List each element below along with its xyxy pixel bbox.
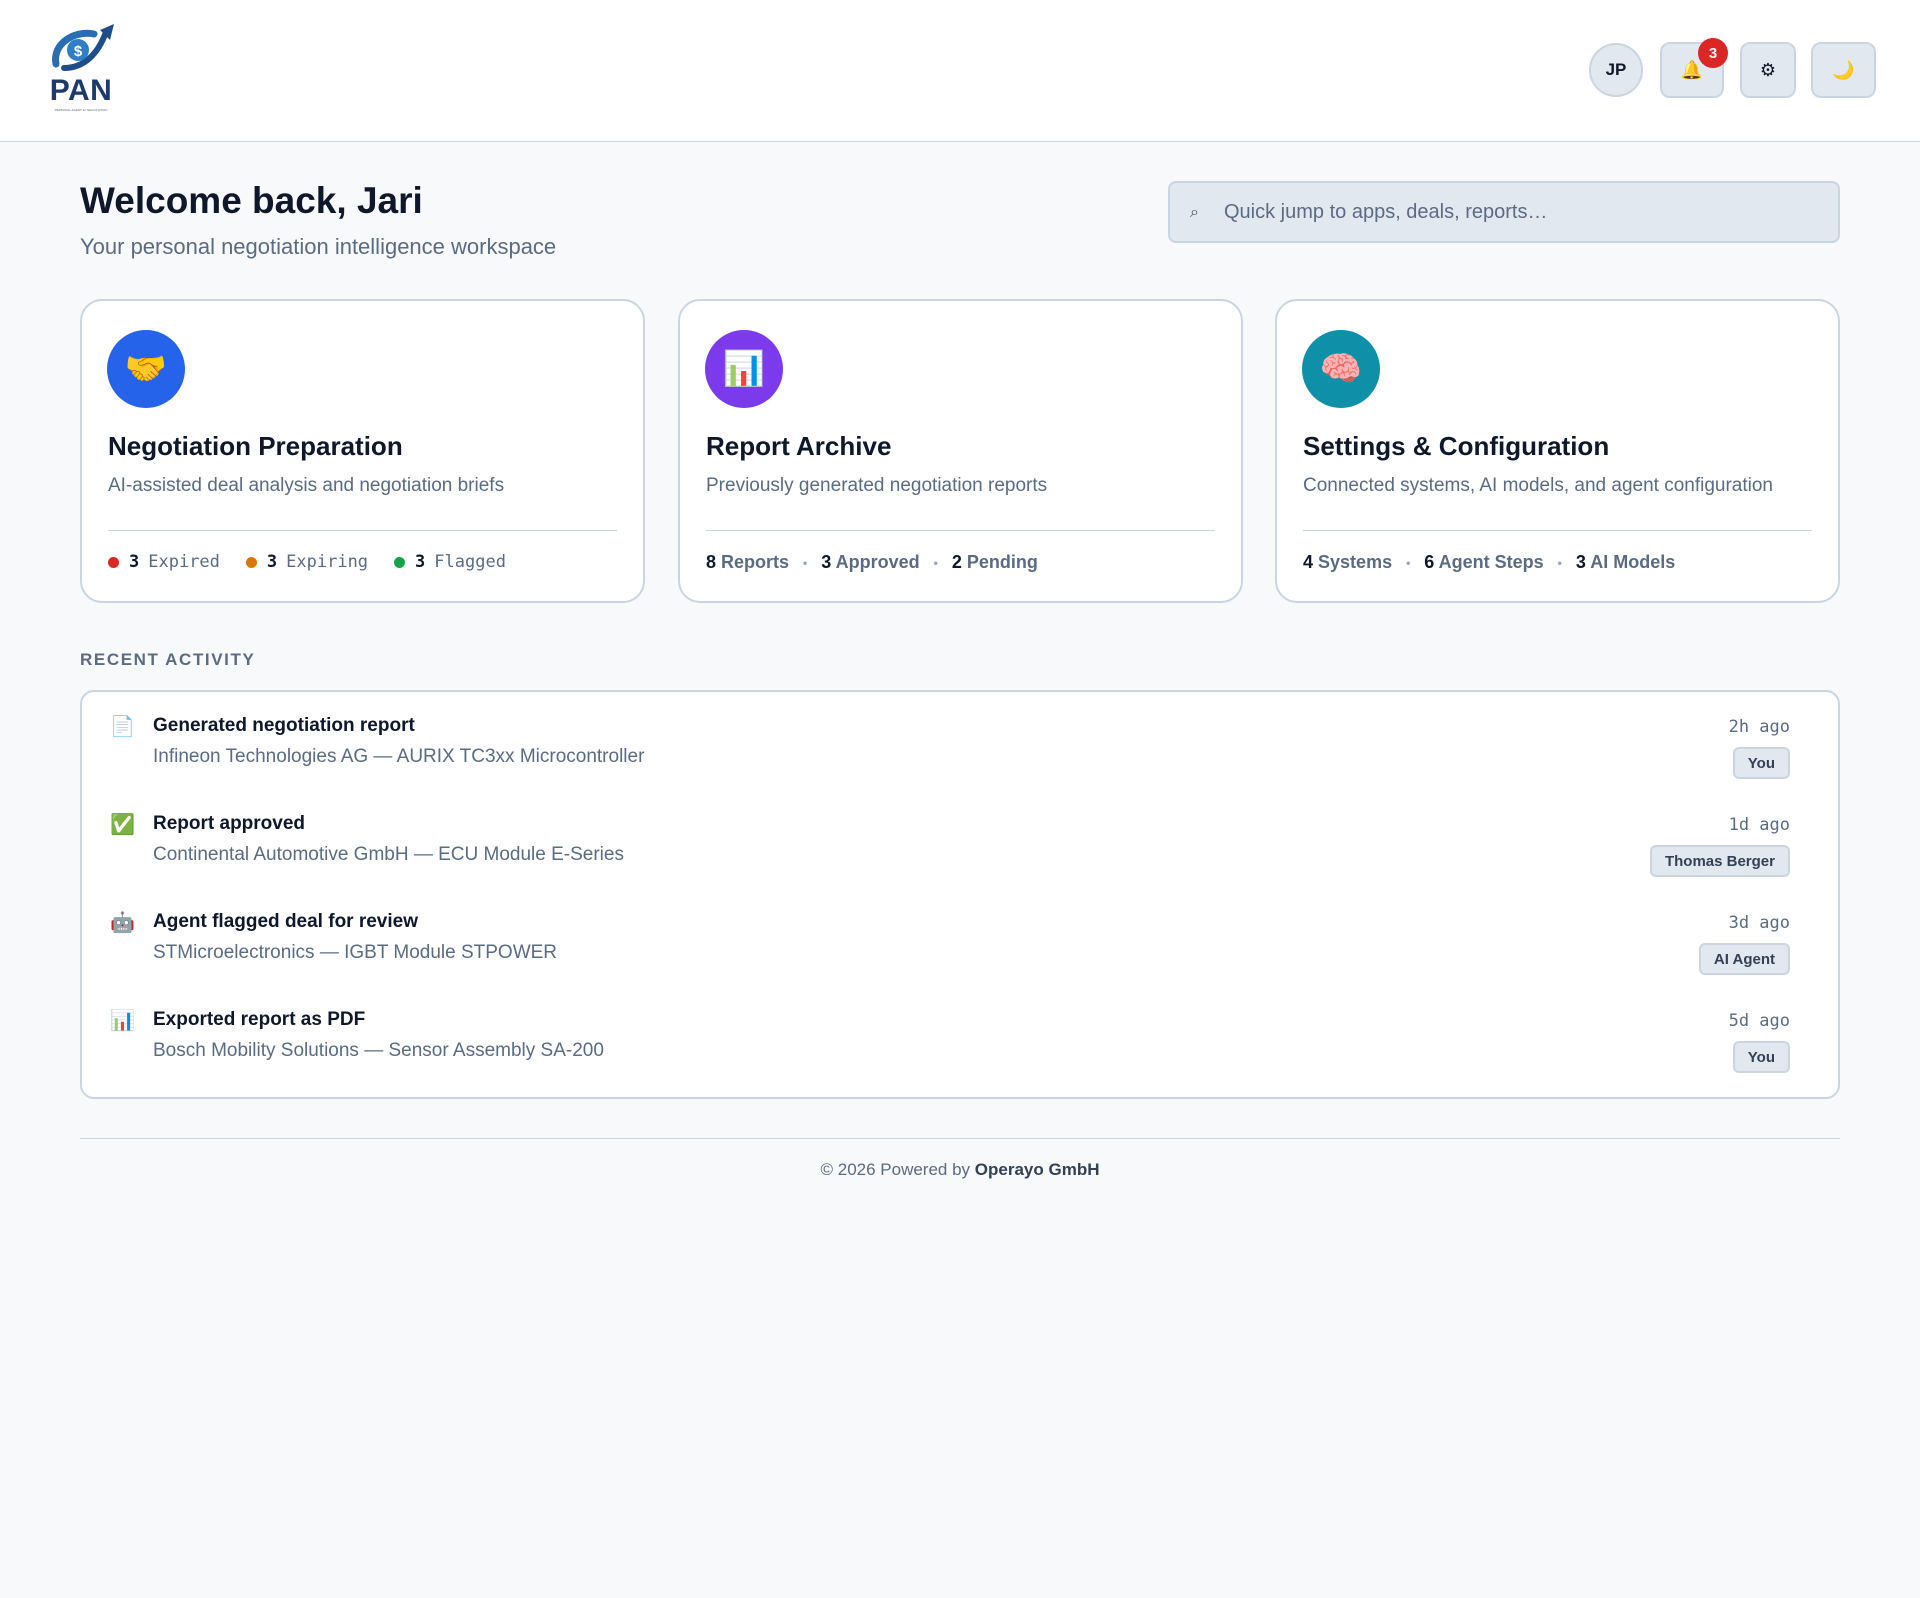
stat-approved: 3 Approved [821, 552, 920, 572]
activity-subtitle: STMicroelectronics — IGBT Module STPOWER [153, 942, 558, 963]
bar-chart-icon: 📊 [705, 330, 783, 408]
stat-reports: 8 Reports [706, 552, 790, 572]
stat-expiring: 3 Expiring [245, 552, 369, 572]
stat-label: Flagged [434, 552, 506, 572]
activity-time: 1d ago [1728, 815, 1790, 835]
card-title: Negotiation Preparation [108, 431, 403, 461]
activity-time: 5d ago [1728, 1011, 1790, 1031]
welcome-subtitle: Your personal negotiation intelligence w… [80, 234, 557, 259]
user-initials: JP [1605, 60, 1627, 79]
card-stats: 4 Systems • 6 Agent Steps • 3 AI Models [1303, 552, 1675, 573]
separator-dot: • [933, 555, 938, 570]
notification-badge: 3 [1698, 38, 1728, 68]
activity-subtitle: Bosch Mobility Solutions — Sensor Assemb… [153, 1040, 604, 1061]
activity-title: Agent flagged deal for review [153, 911, 418, 932]
card-description: AI-assisted deal analysis and negotiatio… [108, 475, 505, 496]
logo-tagline: PERSONAL AGENT for NEGOTIATION [54, 108, 108, 112]
recent-activity-heading: RECENT ACTIVITY [80, 650, 256, 669]
separator-dot: • [1406, 555, 1411, 570]
card-stats: 3 Expired 3 Expiring 3 Flagged [108, 552, 506, 572]
welcome-title: Welcome back, Jari [80, 180, 423, 221]
activity-item[interactable]: 🤖 Agent flagged deal for review STMicroe… [82, 888, 1838, 978]
logo-wordmark: PAN [49, 74, 113, 107]
card-divider [1303, 530, 1812, 531]
activity-item[interactable]: 📄 Generated negotiation report Infineon … [82, 692, 1838, 782]
stat-value: 3 [415, 552, 426, 572]
actor-badge: AI Agent [1698, 943, 1790, 975]
stat-expired: 3 Expired [108, 552, 220, 572]
footer-divider [80, 1138, 1840, 1139]
card-description: Previously generated negotiation reports [706, 475, 1048, 496]
activity-time: 3d ago [1728, 913, 1790, 933]
card-divider [108, 530, 617, 531]
stat-agent-steps: 6 Agent Steps [1424, 552, 1544, 572]
card-report-archive[interactable]: 📊 Report Archive Previously generated ne… [678, 299, 1243, 603]
stat-flagged: 3 Flagged [394, 552, 506, 572]
stat-systems: 4 Systems [1303, 552, 1393, 572]
card-title: Report Archive [706, 431, 892, 461]
notifications-button[interactable]: 🔔 3 [1660, 38, 1728, 98]
stat-pending: 2 Pending [951, 552, 1038, 572]
gear-icon: ⚙ [1759, 59, 1777, 81]
document-icon: 📄 [110, 714, 135, 738]
stat-label: Expired [148, 552, 220, 572]
activity-item[interactable]: 📊 Exported report as PDF Bosch Mobility … [82, 986, 1838, 1076]
handshake-icon: 🤝 [107, 330, 185, 408]
activity-title: Report approved [153, 813, 306, 834]
stat-value: 3 [266, 552, 278, 572]
separator-dot: • [803, 555, 808, 570]
activity-time: 2h ago [1728, 717, 1790, 737]
moon-icon: 🌙 [1832, 59, 1855, 81]
stat-ai-models: 3 AI Models [1575, 552, 1676, 572]
pan-logo[interactable]: $ PAN PERSONAL AGENT for NEGOTIATION [44, 24, 118, 116]
card-divider [706, 530, 1215, 531]
activity-title: Exported report as PDF [153, 1009, 366, 1030]
search-input[interactable] [1224, 200, 1838, 224]
quick-jump-search[interactable]: ⌕ [1168, 181, 1840, 243]
status-dot-red-icon [108, 556, 119, 568]
card-settings-configuration[interactable]: 🧠 Settings & Configuration Connected sys… [1275, 299, 1840, 603]
actor-badge: You [1732, 747, 1790, 779]
card-negotiation-preparation[interactable]: 🤝 Negotiation Preparation AI-assisted de… [80, 299, 645, 603]
robot-icon: 🤖 [110, 910, 135, 934]
footer-company-link[interactable]: Operayo GmbH [975, 1160, 1100, 1179]
actor-badge: You [1732, 1041, 1790, 1073]
search-icon: ⌕ [1190, 202, 1199, 221]
top-bar: $ PAN PERSONAL AGENT for NEGOTIATION JP … [0, 0, 1920, 142]
card-stats: 8 Reports • 3 Approved • 2 Pending [706, 552, 1038, 573]
activity-subtitle: Continental Automotive GmbH — ECU Module… [153, 844, 624, 865]
footer-text: © 2026 Powered by [820, 1160, 971, 1179]
footer: © 2026 Powered by Operayo GmbH [0, 1160, 1920, 1180]
stat-label: Expiring [286, 552, 369, 572]
status-dot-orange-icon [245, 556, 257, 568]
user-avatar[interactable]: JP [1589, 43, 1643, 97]
stat-value: 3 [129, 552, 140, 572]
check-icon: ✅ [110, 812, 135, 836]
activity-item[interactable]: ✅ Report approved Continental Automotive… [82, 790, 1838, 880]
status-dot-green-icon [394, 556, 406, 568]
settings-button[interactable]: ⚙ [1740, 42, 1796, 98]
brain-icon: 🧠 [1302, 330, 1380, 408]
svg-text:$: $ [74, 43, 83, 60]
actor-badge: Thomas Berger [1649, 845, 1790, 877]
bar-chart-icon: 📊 [110, 1008, 135, 1032]
card-description: Connected systems, AI models, and agent … [1303, 475, 1773, 496]
bell-icon: 🔔 [1680, 59, 1704, 81]
activity-title: Generated negotiation report [153, 715, 415, 736]
recent-activity-list: 📄 Generated negotiation report Infineon … [80, 690, 1840, 1099]
theme-toggle-button[interactable]: 🌙 [1811, 42, 1876, 98]
separator-dot: • [1557, 555, 1562, 570]
card-title: Settings & Configuration [1303, 431, 1610, 461]
activity-subtitle: Infineon Technologies AG — AURIX TC3xx M… [153, 746, 645, 767]
